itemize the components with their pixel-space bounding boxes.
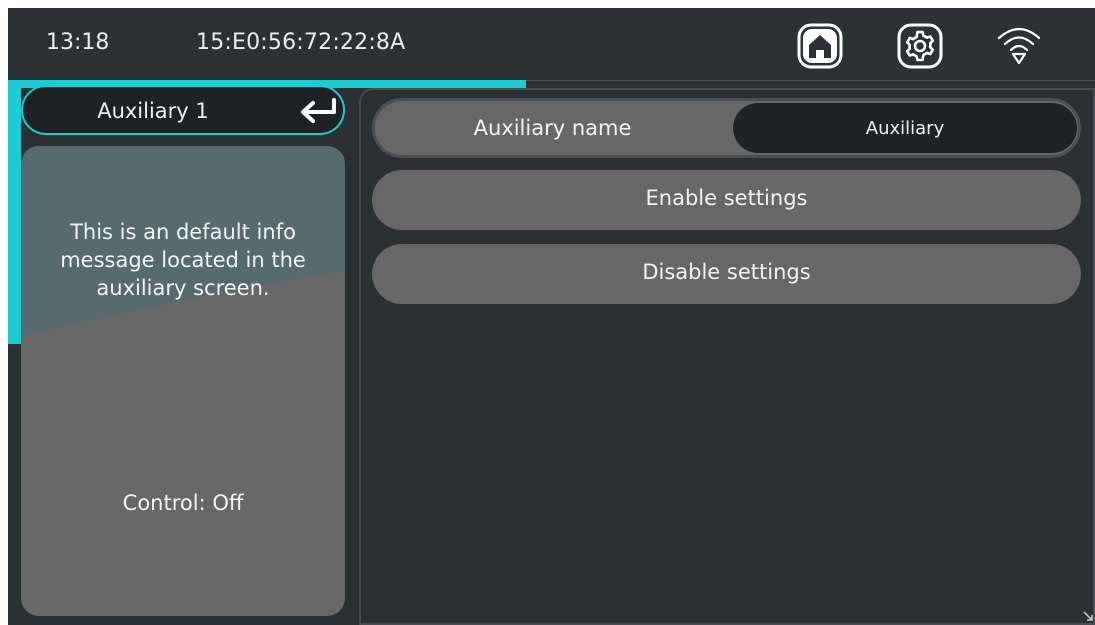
disable-settings-label: Disable settings [642, 260, 811, 284]
settings-button[interactable] [896, 22, 944, 70]
gear-icon [897, 23, 943, 69]
auxiliary-header: Auxiliary 1 [21, 85, 345, 135]
enable-settings-button[interactable]: Enable settings [372, 170, 1081, 230]
back-button[interactable] [297, 95, 339, 127]
accent-edge [8, 88, 21, 344]
resize-handle-icon[interactable] [1082, 610, 1094, 622]
clock-time: 13:18 [46, 30, 110, 55]
auxiliary-name-row: Auxiliary name Auxiliary [372, 98, 1081, 158]
disable-settings-button[interactable]: Disable settings [372, 244, 1081, 304]
home-icon [797, 23, 843, 69]
wifi-status[interactable] [995, 22, 1043, 70]
home-button[interactable] [796, 22, 844, 70]
enable-settings-label: Enable settings [645, 186, 808, 210]
device-screen: 13:18 15:E0:56:72:22:8A Auxiliary 1 This… [8, 8, 1095, 625]
info-card: This is an default info message located … [21, 146, 345, 616]
auxiliary-name-label: Auxiliary name [473, 116, 632, 140]
auxiliary-name-field[interactable]: Auxiliary [733, 103, 1077, 153]
auxiliary-title: Auxiliary 1 [97, 99, 209, 123]
status-bar: 13:18 15:E0:56:72:22:8A [8, 8, 1095, 81]
settings-panel [359, 88, 1095, 625]
wifi-icon [997, 27, 1041, 65]
control-status: Control: Off [122, 491, 244, 515]
return-arrow-icon [301, 98, 336, 123]
info-message: This is an default info message located … [60, 220, 306, 300]
device-id: 15:E0:56:72:22:8A [196, 30, 406, 55]
